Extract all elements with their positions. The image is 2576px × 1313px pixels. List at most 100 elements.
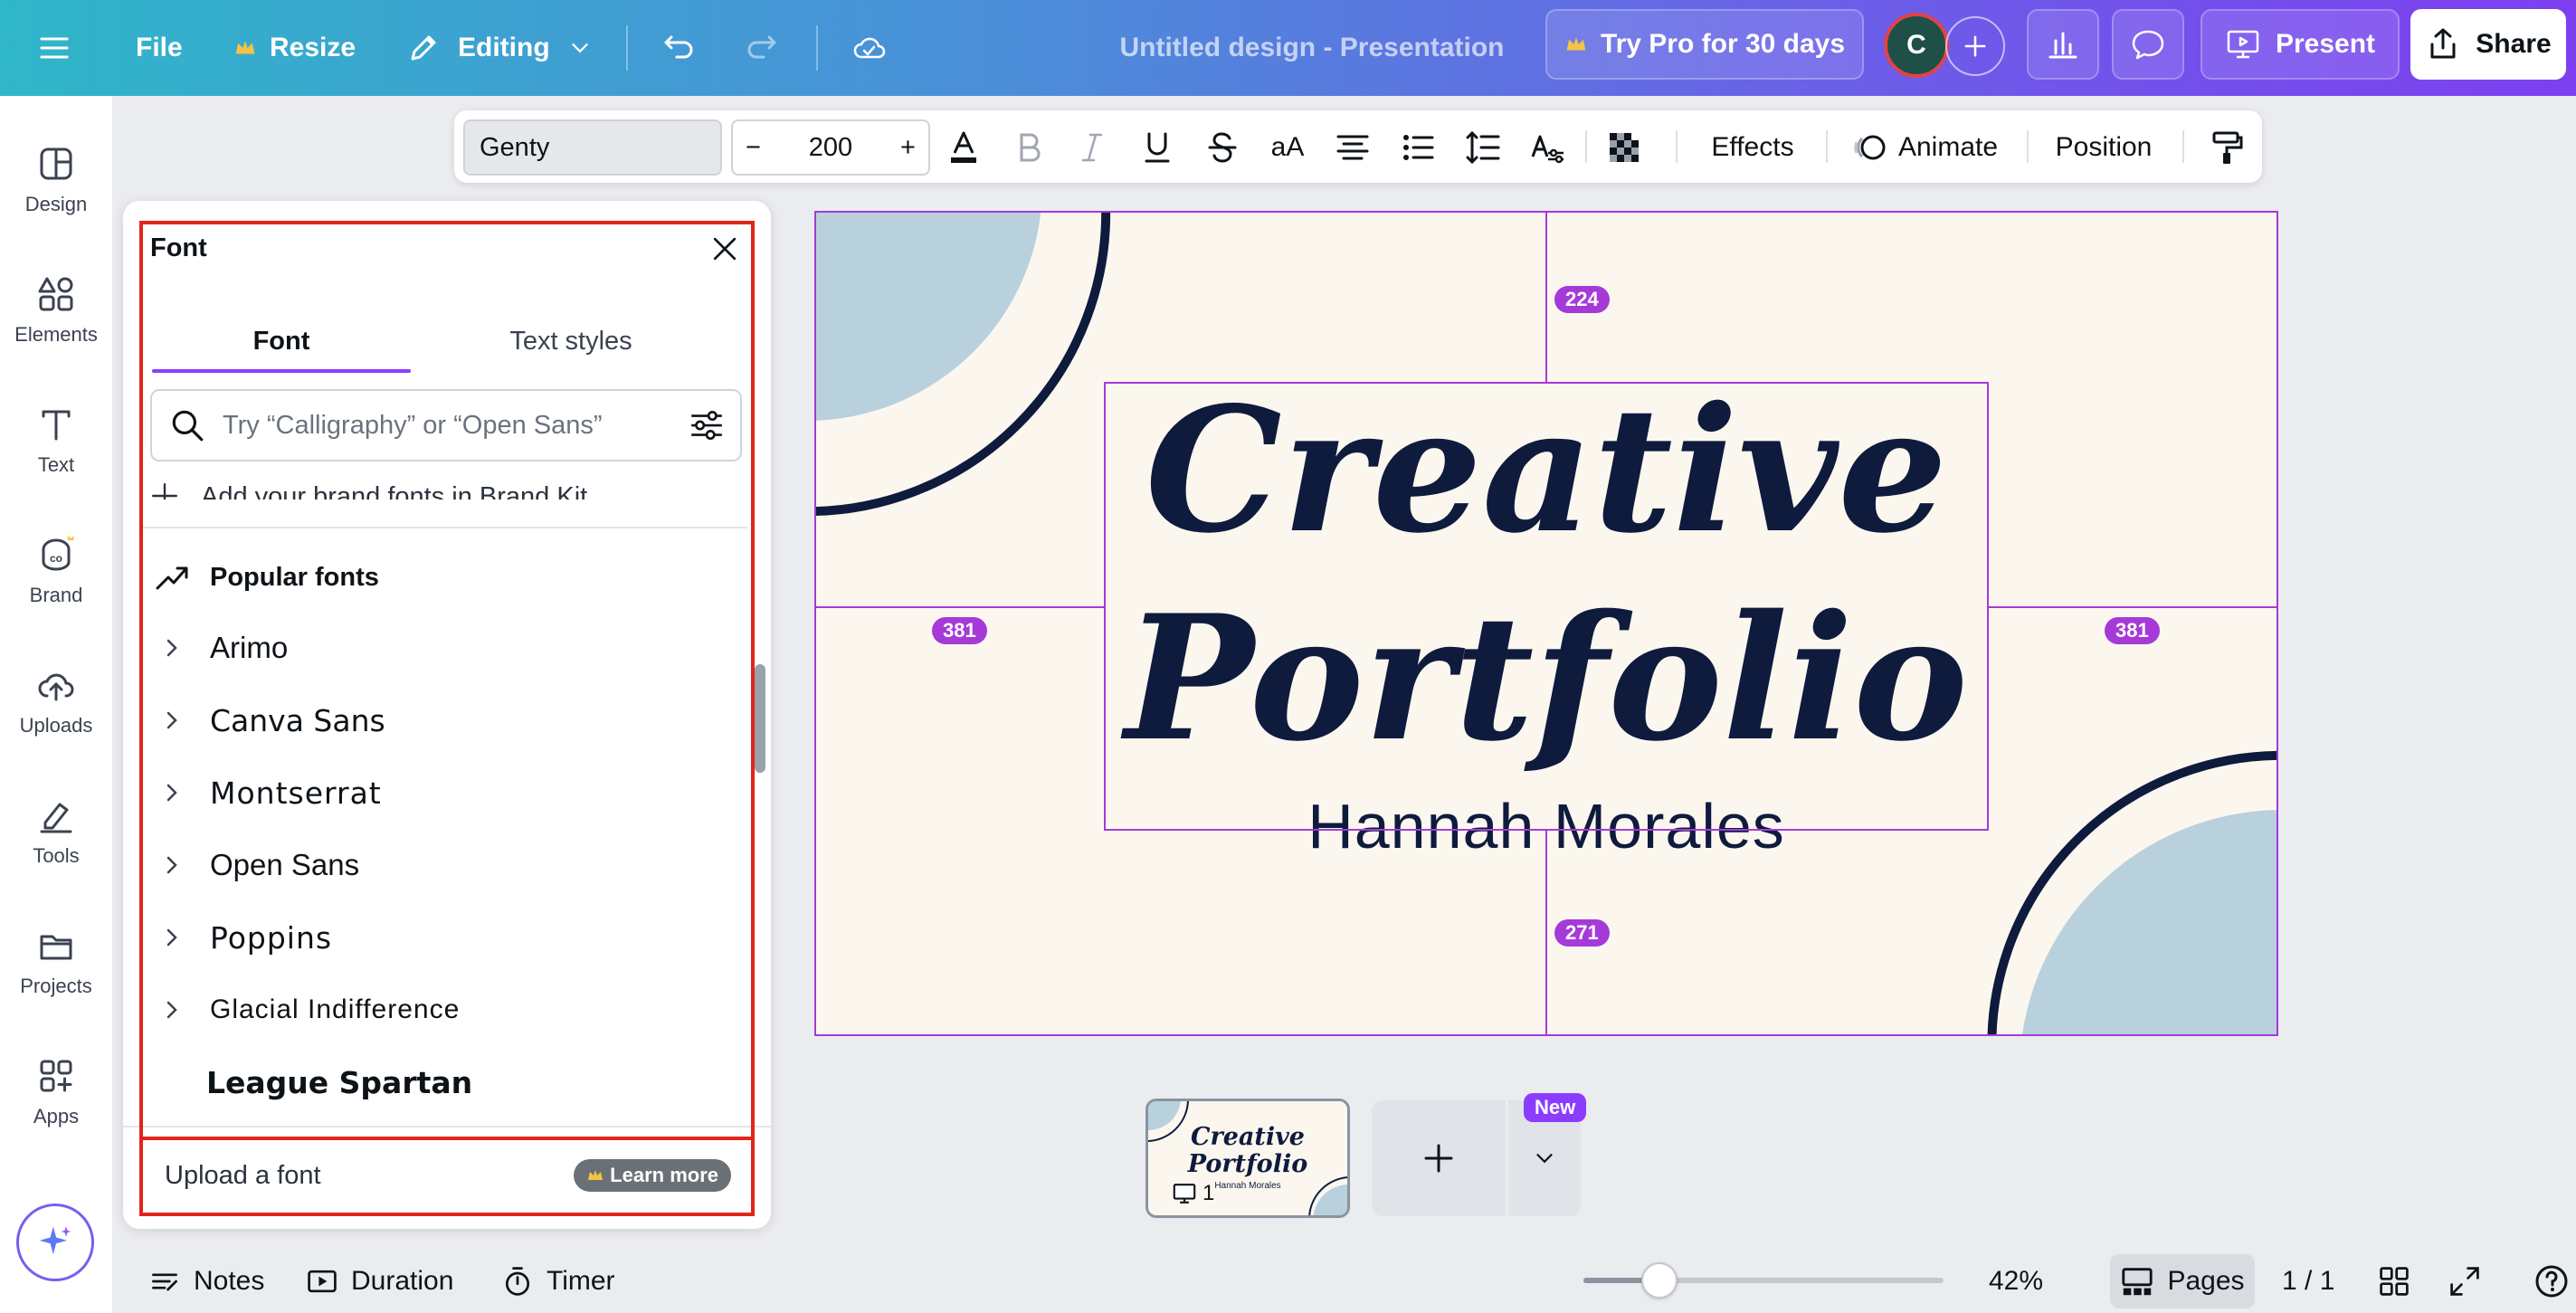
undo-button[interactable] — [661, 0, 697, 96]
pages-button[interactable]: Pages — [2110, 1254, 2255, 1308]
chevron-right-icon[interactable] — [161, 709, 183, 731]
document-title[interactable]: Untitled design - Presentation — [1104, 0, 1520, 96]
resize-button[interactable]: Resize — [233, 0, 356, 96]
bullet-list-icon — [1403, 135, 1434, 160]
sidebar-item-apps[interactable]: Apps — [0, 1033, 112, 1151]
magic-assistant-button[interactable] — [16, 1204, 94, 1281]
learn-more-badge[interactable]: Learn more — [574, 1159, 731, 1192]
decrease-font-size-button[interactable]: − — [746, 133, 761, 163]
main-menu-button[interactable] — [36, 0, 72, 96]
upload-font-row[interactable]: Upload a font Learn more — [147, 1138, 746, 1213]
letter-case-button[interactable]: aA — [1265, 121, 1310, 174]
font-item-glacial-indifference[interactable]: Glacial Indifference — [161, 978, 722, 1042]
save-status-button[interactable] — [851, 0, 887, 96]
italic-button[interactable] — [1069, 121, 1115, 174]
transparency-button[interactable] — [1602, 121, 1647, 174]
share-button[interactable]: Share — [2410, 9, 2566, 80]
font-item-poppins[interactable]: Poppins — [161, 906, 722, 969]
filter-sliders-icon[interactable] — [688, 406, 726, 444]
zoom-slider-handle[interactable] — [1640, 1262, 1678, 1299]
zoom-level[interactable]: 42% — [1989, 1251, 2043, 1312]
text-settings-icon — [1531, 135, 1564, 164]
duration-button[interactable]: Duration — [306, 1251, 453, 1312]
line-spacing-icon — [1466, 130, 1500, 165]
add-page-button[interactable] — [1372, 1100, 1506, 1216]
insights-button[interactable] — [2027, 9, 2099, 80]
side-rail: Design Elements Text co Brand Uploads To… — [0, 96, 112, 1313]
plus-icon — [1964, 35, 1986, 57]
text-color-button[interactable] — [941, 121, 986, 174]
brand-icon: co — [42, 535, 74, 571]
apps-icon — [40, 1060, 72, 1092]
text-selection-box[interactable] — [1104, 382, 1989, 831]
sidebar-item-uploads[interactable]: Uploads — [0, 642, 112, 760]
paint-roller-icon — [2212, 131, 2243, 164]
font-search-input[interactable] — [223, 410, 675, 441]
plus-icon — [1424, 1144, 1453, 1173]
crown-icon — [1566, 37, 1586, 51]
animate-button[interactable]: Animate — [1846, 121, 2003, 174]
font-size-control: − 200 + — [731, 119, 930, 176]
grid-view-button[interactable] — [2378, 1251, 2410, 1312]
sidebar-item-text[interactable]: Text — [0, 382, 112, 500]
sidebar-item-projects[interactable]: Projects — [0, 903, 112, 1021]
animate-icon — [1854, 135, 1886, 160]
uploads-icon — [38, 673, 74, 701]
brand-kit-link[interactable]: Add your brand fonts in Brand Kit — [150, 463, 742, 500]
invite-button[interactable] — [1945, 16, 2005, 76]
file-menu[interactable]: File — [136, 0, 183, 96]
try-pro-button[interactable]: Try Pro for 30 days — [1545, 9, 1864, 80]
fullscreen-button[interactable] — [2448, 1251, 2481, 1312]
position-button[interactable]: Position — [2047, 121, 2161, 174]
help-button[interactable] — [2533, 1251, 2570, 1312]
chevron-right-icon[interactable] — [161, 999, 183, 1021]
strikethrough-button[interactable] — [1200, 121, 1245, 174]
font-item-canva-sans[interactable]: Canva Sans — [161, 689, 722, 752]
sidebar-item-elements[interactable]: Elements — [0, 252, 112, 369]
tab-text-styles[interactable]: Text styles — [442, 309, 700, 373]
editing-mode-dropdown[interactable]: Editing — [405, 0, 594, 96]
chevron-right-icon[interactable] — [161, 782, 183, 804]
pages-icon — [2122, 1268, 2153, 1296]
sidebar-item-design[interactable]: Design — [0, 121, 112, 239]
hamburger-icon — [40, 37, 69, 59]
font-item-montserrat[interactable]: Montserrat — [161, 761, 722, 824]
bold-button[interactable] — [1006, 121, 1051, 174]
font-item-open-sans[interactable]: Open Sans — [161, 833, 722, 897]
thumbnail-title-line2: Portfolio — [1187, 1150, 1308, 1178]
divider — [143, 527, 747, 528]
chevron-right-icon[interactable] — [161, 927, 183, 948]
sidebar-item-tools[interactable]: Tools — [0, 773, 112, 890]
chevron-right-icon[interactable] — [161, 854, 183, 876]
close-panel-button[interactable] — [702, 226, 747, 271]
font-size-value[interactable]: 200 — [809, 133, 852, 163]
tab-font[interactable]: Font — [152, 309, 411, 373]
spacing-button[interactable] — [1460, 121, 1506, 174]
underline-button[interactable] — [1135, 121, 1180, 174]
text-effects-options-button[interactable] — [1526, 121, 1571, 174]
comments-button[interactable] — [2112, 9, 2184, 80]
avatar[interactable]: C — [1884, 13, 1949, 78]
present-button[interactable]: Present — [2201, 9, 2400, 80]
increase-font-size-button[interactable]: + — [900, 133, 916, 163]
copy-style-button[interactable] — [2204, 121, 2249, 174]
underline-icon — [1145, 132, 1170, 163]
effects-button[interactable]: Effects — [1697, 121, 1808, 174]
font-item-arimo[interactable]: Arimo — [161, 616, 722, 680]
timer-button[interactable]: Timer — [501, 1251, 615, 1312]
chevron-right-icon[interactable] — [161, 637, 183, 659]
list-button[interactable] — [1395, 121, 1440, 174]
align-center-button[interactable] — [1330, 121, 1375, 174]
strikethrough-icon — [1208, 132, 1237, 163]
panel-scrollbar[interactable] — [755, 664, 765, 773]
font-item-league-spartan[interactable]: League Spartan — [206, 1051, 767, 1114]
zoom-slider[interactable] — [1583, 1278, 1944, 1283]
notes-button[interactable]: Notes — [148, 1251, 264, 1312]
redo-button[interactable] — [744, 0, 780, 96]
sparkle-icon — [39, 1226, 71, 1255]
separator — [1826, 130, 1828, 163]
font-family-dropdown[interactable]: Genty — [463, 119, 722, 176]
page-thumbnail[interactable]: Creative Portfolio Hannah Morales 1 — [1145, 1099, 1350, 1218]
sidebar-item-brand[interactable]: co Brand — [0, 512, 112, 630]
text-icon — [42, 410, 71, 441]
